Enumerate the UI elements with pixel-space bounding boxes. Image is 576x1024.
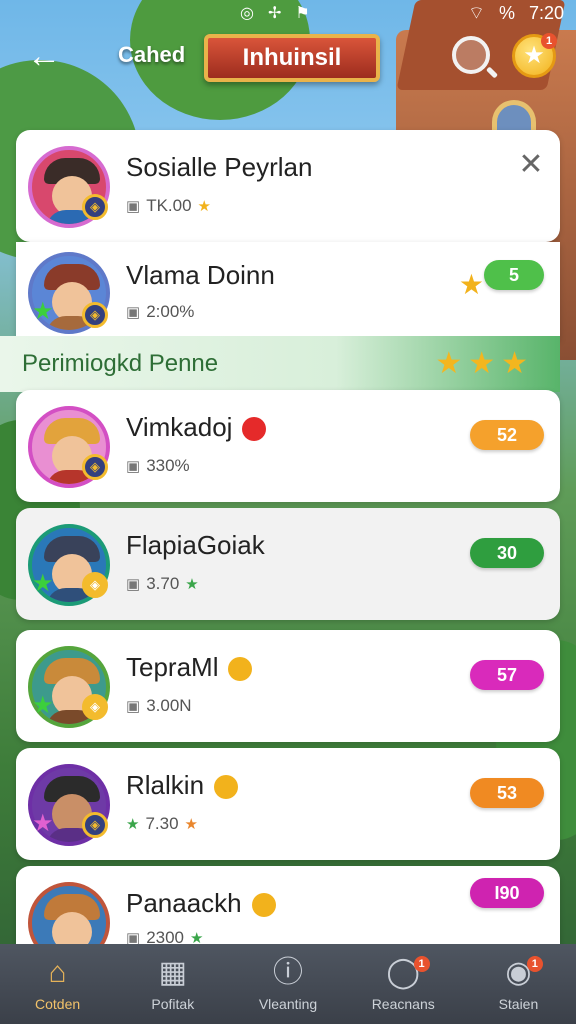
nav-item-pofitak[interactable]: ▦ Pofitak	[115, 944, 230, 1024]
player-name: TepraMl	[126, 652, 253, 683]
chest-icon: ▣	[126, 198, 141, 215]
player-name: Vlama Doinn	[126, 260, 275, 290]
compass-icon: ◈	[82, 194, 108, 220]
notification-badge: 1	[413, 956, 430, 972]
player-stat: ▣ 3.00N	[126, 696, 192, 715]
player-name: FlapiaGoiak	[126, 530, 265, 560]
search-icon[interactable]	[452, 36, 490, 74]
bottom-nav: ⌂ Cotden ▦ Pofitak ⓘ Vleanting ◯ 1 Reacn…	[0, 944, 576, 1024]
player-stat: ▣ TK.00 ★	[126, 196, 211, 215]
chest-icon: ▣	[126, 304, 141, 321]
flag-icon: ⚑	[295, 5, 310, 22]
section-title: Perimiogkd Penne	[22, 350, 219, 377]
star-icon: ★	[32, 570, 54, 597]
wifi-icon: ⌔	[468, 2, 485, 23]
list-item[interactable]: Panaackh ▣ 2300 ★ I90	[16, 866, 560, 964]
nav-item-staien[interactable]: ◉ 1 Staien	[461, 944, 576, 1024]
star-icon: ★	[126, 816, 140, 833]
close-icon[interactable]: ✕	[516, 150, 546, 180]
player-stat: ▣ 330%	[126, 456, 190, 475]
lightning-icon	[251, 893, 276, 918]
info-icon: ⓘ	[273, 956, 303, 989]
star-icon: ★	[32, 298, 54, 325]
star-icon: ★	[197, 198, 211, 215]
list-item[interactable]: ★ ◈ FlapiaGoiak ▣ 3.70 ★ 30	[16, 508, 560, 620]
heart-icon	[242, 417, 267, 442]
clock-text: 7:20	[528, 2, 564, 23]
list-item[interactable]: ◈ Vimkadoj ▣ 330% 52	[16, 390, 560, 502]
header-label: Cahed	[118, 42, 186, 67]
circle-icon: ◯	[386, 956, 420, 989]
section-header: Perimiogkd Penne ★★★	[0, 336, 560, 392]
cards-icon: ▦	[158, 956, 187, 989]
chest-icon: ▣	[126, 576, 141, 593]
arrow-left-icon[interactable]: ←	[24, 36, 64, 76]
star-icon: ★	[184, 816, 198, 833]
score-pill[interactable]: I90	[470, 878, 544, 908]
header: ← Cahed Inhuinsil ★ 1	[0, 28, 576, 86]
star-icon: ★	[32, 810, 54, 837]
compass-icon: ◈	[82, 572, 108, 598]
page-title: Inhuinsil	[204, 34, 380, 82]
home-icon: ⌂	[48, 956, 67, 989]
star-icon: ★	[32, 692, 54, 719]
player-stat: ★ 7.30 ★	[126, 814, 198, 833]
list-item[interactable]: ★ ◈ Vlama Doinn ▣ 2:00% ★ 5	[16, 242, 560, 340]
player-name: Vimkadoj	[126, 412, 267, 443]
nav-item-reacnans[interactable]: ◯ 1 Reacnans	[346, 944, 461, 1024]
notification-badge: 1	[526, 956, 543, 972]
compass-icon: ◈	[82, 812, 108, 838]
sync-icon: ◎	[240, 5, 254, 22]
score-pill[interactable]: 57	[470, 660, 544, 690]
star-coin-icon[interactable]: ★ 1	[512, 33, 557, 78]
pin-icon: ✢	[267, 5, 282, 22]
compass-icon: ◈	[82, 454, 108, 480]
nav-item-vleanting[interactable]: ⓘ Vleanting	[230, 944, 345, 1024]
status-bar: ◎ ✢ ⚑ ⌔ % 7:20	[0, 0, 576, 26]
player-name: Panaackh	[126, 888, 276, 919]
player-stat: ▣ 2:00%	[126, 302, 195, 321]
score-pill[interactable]: 52	[470, 420, 544, 450]
star-rating: ★★★	[435, 347, 534, 380]
lightning-icon	[228, 657, 253, 682]
list-item[interactable]: ◈ Sosialle Peyrlan ▣ TK.00 ★ ✕	[16, 130, 560, 242]
chest-icon: ▣	[126, 698, 141, 715]
list-item[interactable]: ★ ◈ Rlalkin ★ 7.30 ★ 53	[16, 748, 560, 860]
lightning-icon	[214, 775, 239, 800]
list-item[interactable]: ★ ◈ TepraMl ▣ 3.00N 57	[16, 630, 560, 742]
battery-label: %	[498, 2, 515, 23]
score-pill[interactable]: 53	[470, 778, 544, 808]
star-badge: 1	[541, 33, 557, 49]
player-name: Sosialle Peyrlan	[126, 152, 313, 182]
star-icon: ★	[458, 269, 484, 300]
player-name: Rlalkin	[126, 770, 239, 801]
score-pill[interactable]: 5	[484, 260, 544, 290]
nav-item-cotden[interactable]: ⌂ Cotden	[0, 944, 115, 1024]
compass-icon: ◈	[82, 302, 108, 328]
profile-icon: ◉	[505, 956, 532, 989]
player-stat: ▣ 3.70 ★	[126, 574, 199, 593]
score-pill[interactable]: 30	[470, 538, 544, 568]
star-icon: ★	[185, 576, 199, 593]
compass-icon: ◈	[82, 694, 108, 720]
chest-icon: ▣	[126, 458, 141, 475]
